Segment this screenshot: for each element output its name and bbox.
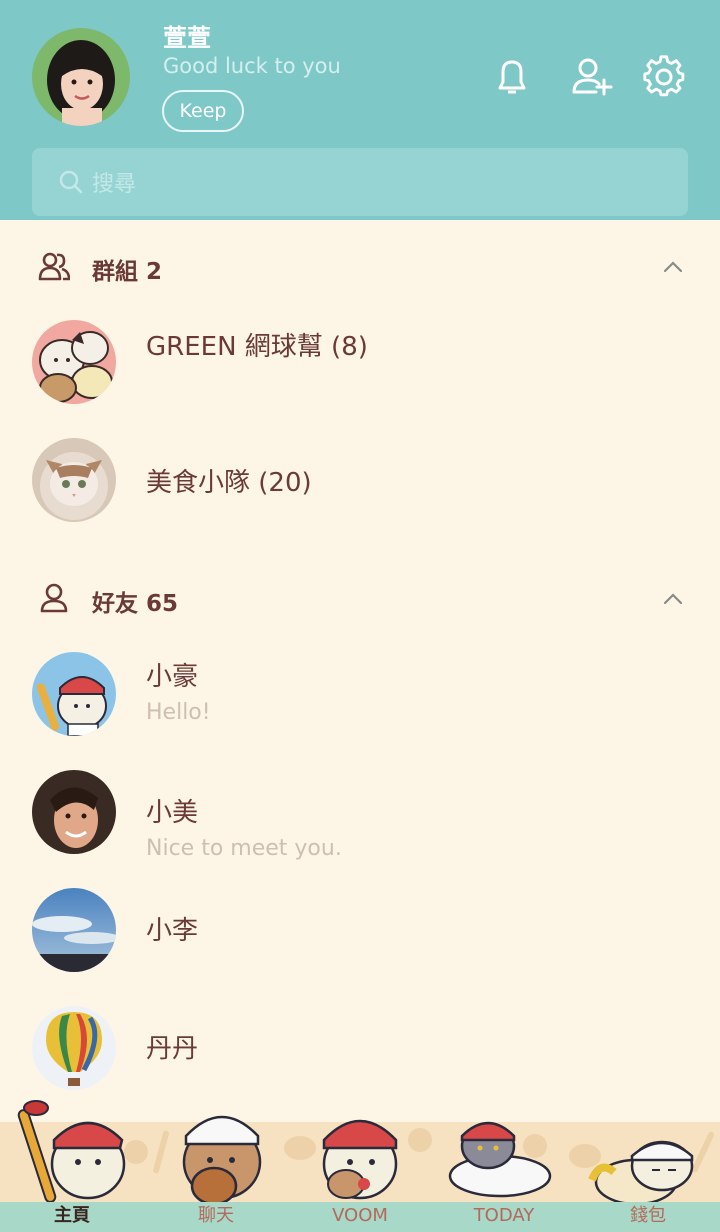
group-icon — [38, 252, 70, 281]
friend-item[interactable]: 丹丹 — [0, 992, 720, 1102]
friend-name: 小李 — [146, 916, 199, 946]
friend-item[interactable]: 小美 Nice to meet you. — [0, 756, 720, 866]
friend-item[interactable]: 小李 — [0, 874, 720, 984]
group-item-green-tennis[interactable]: GREEN 網球幫 (8) — [0, 306, 720, 416]
tab-wallet[interactable]: 錢包 — [576, 1202, 720, 1232]
friend-name: 小豪 — [146, 662, 199, 692]
cat-character — [322, 1119, 398, 1200]
tab-home[interactable]: 主頁 — [0, 1202, 144, 1232]
friend-status-message: Hello! — [146, 700, 211, 725]
add-friend-icon[interactable] — [570, 54, 614, 98]
friend-avatar — [32, 888, 116, 972]
friend-item[interactable]: 小豪 Hello! — [0, 638, 720, 748]
theme-decoration — [0, 1100, 720, 1204]
group-avatar — [32, 438, 116, 522]
friend-icon — [40, 583, 68, 613]
tab-chats[interactable]: 聊天 — [144, 1202, 288, 1232]
chevron-up-icon[interactable] — [660, 586, 686, 612]
groups-section-header[interactable]: 群組 2 — [0, 236, 720, 296]
profile-name[interactable]: 萱萱 — [163, 18, 211, 53]
chevron-up-icon[interactable] — [660, 254, 686, 280]
tab-voom[interactable]: VOOM — [288, 1202, 432, 1232]
friend-name: 丹丹 — [146, 1034, 199, 1064]
group-name: GREEN 網球幫 (8) — [146, 332, 368, 362]
settings-gear-icon[interactable] — [642, 54, 686, 98]
search-icon — [59, 170, 83, 194]
profile-status-message[interactable]: Good luck to you — [163, 54, 341, 78]
profile-header: 萱萱 Good luck to you Keep 搜尋 — [0, 0, 720, 220]
friends-section-title: 好友 65 — [92, 591, 179, 617]
bell-icon[interactable] — [490, 54, 534, 98]
friends-section-header[interactable]: 好友 65 — [0, 568, 720, 628]
bottom-tab-bar: 主頁 聊天 VOOM TODAY 錢包 — [0, 1202, 720, 1232]
tab-today[interactable]: TODAY — [432, 1202, 576, 1232]
friend-avatar — [32, 1006, 116, 1090]
search-input[interactable]: 搜尋 — [32, 148, 688, 216]
friend-avatar — [32, 652, 116, 736]
keep-button[interactable]: Keep — [162, 90, 244, 132]
friend-name: 小美 — [146, 798, 199, 828]
groups-section-title: 群組 2 — [92, 259, 163, 285]
group-name: 美食小隊 (20) — [146, 468, 312, 498]
search-placeholder: 搜尋 — [92, 172, 137, 197]
group-item-food-team[interactable]: 美食小隊 (20) — [0, 424, 720, 534]
friend-avatar — [32, 770, 116, 854]
group-avatar — [32, 320, 116, 404]
friend-status-message: Nice to meet you. — [146, 836, 342, 861]
profile-avatar[interactable] — [32, 28, 130, 126]
